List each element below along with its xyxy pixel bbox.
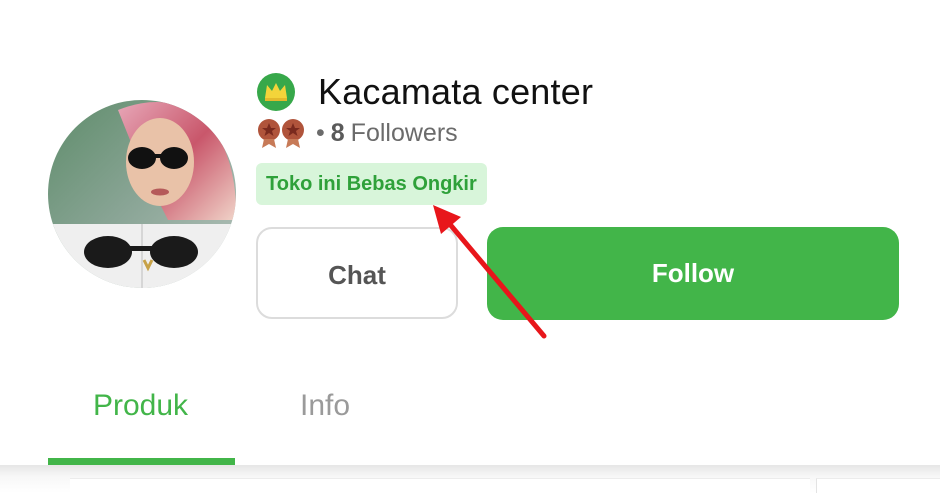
content-area: [70, 478, 810, 493]
active-tab-indicator: [48, 458, 235, 465]
avatar-photo-icon: [48, 100, 236, 288]
followers-count: 8: [330, 119, 345, 147]
free-shipping-tag: Toko ini Bebas Ongkir: [256, 163, 487, 205]
shop-avatar[interactable]: [48, 100, 236, 288]
medal-icon: [256, 116, 308, 150]
followers-label: Followers: [350, 119, 458, 147]
tab-info[interactable]: Info: [300, 384, 350, 428]
follow-button[interactable]: Follow: [487, 227, 899, 320]
tab-produk[interactable]: Produk: [93, 384, 188, 428]
shop-name: Kacamata center: [318, 71, 594, 112]
followers-info: • 8 Followers: [316, 116, 458, 150]
content-area-side: [816, 478, 940, 493]
followers-bullet: •: [316, 119, 325, 147]
shop-header: Kacamata center • 8 Followers Toko ini Beb…: [0, 0, 940, 493]
chat-button[interactable]: Chat: [256, 227, 458, 319]
crown-badge-icon: [256, 72, 296, 112]
